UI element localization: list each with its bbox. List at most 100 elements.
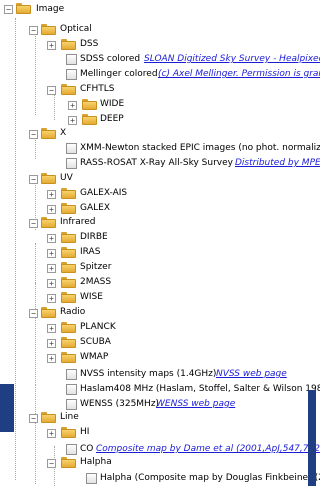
- folder-icon: [82, 114, 97, 125]
- tree-leaf-halpha-composite[interactable]: Halpha (Composite map by Douglas Finkbei…: [100, 472, 320, 484]
- tree-node-optical[interactable]: Optical: [60, 23, 92, 35]
- folder-icon: [41, 128, 56, 139]
- tree-connector: [35, 283, 36, 385]
- survey-checkbox[interactable]: [66, 69, 77, 80]
- nvss-info-link[interactable]: NVSS web page: [216, 368, 287, 380]
- folder-icon: [61, 292, 76, 303]
- tree-connector: [15, 18, 16, 480]
- folder-icon: [61, 84, 76, 95]
- tree-leaf-sdss[interactable]: SDSS colored: [80, 53, 140, 65]
- survey-checkbox[interactable]: [86, 473, 97, 484]
- tree-node-wmap[interactable]: WMAP: [80, 351, 108, 363]
- folder-icon: [41, 307, 56, 318]
- collapse-toggle[interactable]: −: [4, 5, 13, 14]
- background-window-edge: [308, 390, 316, 486]
- tree-node-halpha[interactable]: Halpha: [80, 456, 112, 468]
- tree-node-galex-ais[interactable]: GALEX-AIS: [80, 187, 127, 199]
- folder-icon: [41, 217, 56, 228]
- tree-leaf-haslam[interactable]: Haslam408 MHz (Haslam, Stoffel, Salter &…: [80, 383, 320, 395]
- wenss-info-link[interactable]: WENSS web page: [156, 398, 235, 410]
- expand-toggle[interactable]: +: [47, 324, 56, 333]
- sdss-info-link[interactable]: SLOAN Digitized Sky Survey - Healpixed: [144, 53, 320, 65]
- tree-leaf-xmm[interactable]: XMM-Newton stacked EPIC images (no phot.…: [80, 142, 320, 154]
- collapse-toggle[interactable]: −: [29, 414, 38, 423]
- tree-node-image[interactable]: Image: [36, 3, 64, 15]
- tree-node-uv[interactable]: UV: [60, 172, 73, 184]
- expand-toggle[interactable]: +: [47, 354, 56, 363]
- folder-icon: [61, 188, 76, 199]
- folder-icon: [61, 262, 76, 273]
- folder-icon: [41, 173, 56, 184]
- expand-toggle[interactable]: +: [47, 234, 56, 243]
- tree-node-x[interactable]: X: [60, 127, 66, 139]
- survey-checkbox[interactable]: [66, 143, 77, 154]
- tree-node-2mass[interactable]: 2MASS: [80, 276, 111, 288]
- expand-toggle[interactable]: +: [47, 190, 56, 199]
- tree-node-infrared[interactable]: Infrared: [60, 216, 96, 228]
- tree-leaf-nvss[interactable]: NVSS intensity maps (1.4GHz): [80, 368, 216, 380]
- folder-icon: [61, 352, 76, 363]
- tree-node-wide[interactable]: WIDE: [100, 98, 124, 110]
- folder-icon: [61, 277, 76, 288]
- tree-leaf-wenss[interactable]: WENSS (325MHz): [80, 398, 159, 410]
- survey-checkbox[interactable]: [66, 54, 77, 65]
- folder-icon: [61, 232, 76, 243]
- tree-node-scuba[interactable]: SCUBA: [80, 336, 111, 348]
- tree-node-cfhtls[interactable]: CFHTLS: [80, 83, 114, 95]
- survey-checkbox[interactable]: [66, 158, 77, 169]
- collapse-toggle[interactable]: −: [29, 219, 38, 228]
- folder-icon: [61, 337, 76, 348]
- tree-node-dirbe[interactable]: DIRBE: [80, 231, 108, 243]
- folder-icon: [41, 24, 56, 35]
- folder-icon: [61, 247, 76, 258]
- tree-node-wise[interactable]: WISE: [80, 291, 103, 303]
- co-info-link[interactable]: Composite map by Dame et al (2001,ApJ,54…: [96, 443, 320, 455]
- folder-icon: [61, 322, 76, 333]
- survey-checkbox[interactable]: [66, 384, 77, 395]
- expand-toggle[interactable]: +: [47, 339, 56, 348]
- tree-node-hi[interactable]: HI: [80, 426, 89, 438]
- survey-checkbox[interactable]: [66, 444, 77, 455]
- tree-node-dss[interactable]: DSS: [80, 38, 98, 50]
- tree-node-line[interactable]: Line: [60, 411, 79, 423]
- tree-connector: [35, 137, 36, 159]
- folder-icon: [82, 99, 97, 110]
- collapse-toggle[interactable]: −: [47, 459, 56, 468]
- expand-toggle[interactable]: +: [68, 101, 77, 110]
- survey-checkbox[interactable]: [66, 369, 77, 380]
- tree-connector: [35, 33, 36, 115]
- survey-checkbox[interactable]: [66, 399, 77, 410]
- folder-icon: [16, 3, 31, 14]
- collapse-toggle[interactable]: −: [29, 175, 38, 184]
- folder-icon: [61, 39, 76, 50]
- tree-leaf-rass[interactable]: RASS-ROSAT X-Ray All-Sky Survey: [80, 157, 233, 169]
- collapse-toggle[interactable]: −: [29, 309, 38, 318]
- tree-node-radio[interactable]: Radio: [60, 306, 85, 318]
- expand-toggle[interactable]: +: [47, 294, 56, 303]
- tree-node-planck[interactable]: PLANCK: [80, 321, 116, 333]
- expand-toggle[interactable]: +: [47, 249, 56, 258]
- folder-icon: [61, 203, 76, 214]
- collapse-toggle[interactable]: −: [29, 130, 38, 139]
- expand-toggle[interactable]: +: [47, 429, 56, 438]
- expand-toggle[interactable]: +: [68, 116, 77, 125]
- tree-node-spitzer[interactable]: Spitzer: [80, 261, 111, 273]
- survey-tree: − Image − Optical + DSS SDSS colored SLO…: [0, 0, 320, 486]
- folder-icon: [61, 427, 76, 438]
- tree-node-iras[interactable]: IRAS: [80, 246, 100, 258]
- tree-connector: [35, 384, 36, 484]
- tree-node-galex[interactable]: GALEX: [80, 202, 110, 214]
- tree-node-deep[interactable]: DEEP: [100, 113, 124, 125]
- collapse-toggle[interactable]: −: [47, 86, 56, 95]
- tree-leaf-mellinger[interactable]: Mellinger colored: [80, 68, 158, 80]
- rass-info-link[interactable]: Distributed by MPE: [235, 157, 320, 169]
- collapse-toggle[interactable]: −: [29, 26, 38, 35]
- expand-toggle[interactable]: +: [47, 279, 56, 288]
- background-window-edge: [0, 384, 14, 432]
- tree-leaf-co[interactable]: CO: [80, 443, 93, 455]
- expand-toggle[interactable]: +: [47, 205, 56, 214]
- expand-toggle[interactable]: +: [47, 264, 56, 273]
- folder-icon: [61, 457, 76, 468]
- expand-toggle[interactable]: +: [47, 41, 56, 50]
- mellinger-info-link[interactable]: (c) Axel Mellinger. Permission is gran: [158, 68, 320, 80]
